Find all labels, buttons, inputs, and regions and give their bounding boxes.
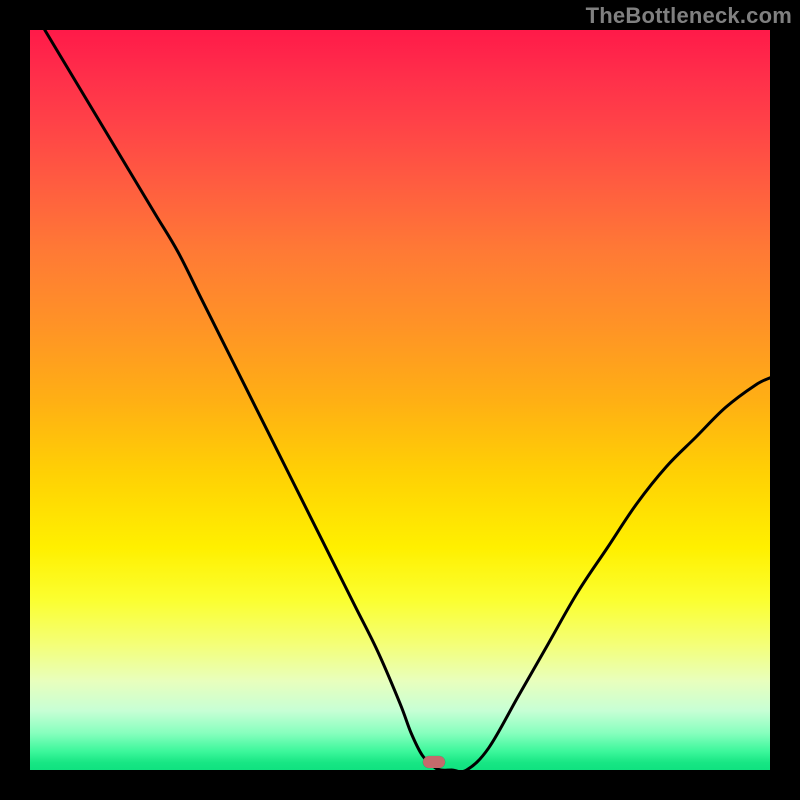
plot-area [30, 30, 770, 770]
optimum-marker [423, 756, 445, 768]
watermark-text: TheBottleneck.com [586, 3, 792, 29]
chart-frame: TheBottleneck.com [0, 0, 800, 800]
background-gradient [30, 30, 770, 770]
